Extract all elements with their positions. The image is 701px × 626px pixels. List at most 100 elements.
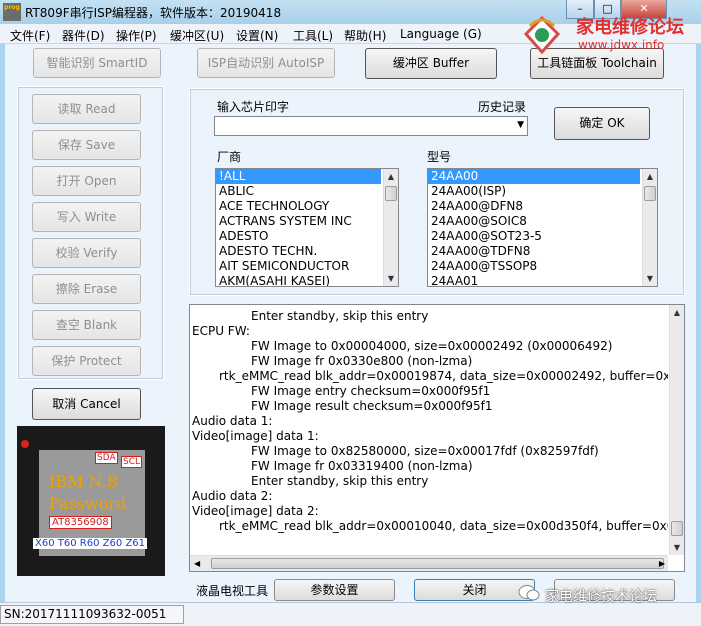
chip-part-label: AT8356908	[49, 516, 112, 529]
open-button[interactable]: 打开 Open	[32, 166, 141, 196]
menu-operation[interactable]: 操作(P)	[116, 27, 157, 44]
close-button[interactable]: 关闭	[414, 579, 535, 601]
pin1-dot	[21, 440, 29, 448]
model-scrollbar[interactable]: ▲ ▼	[642, 169, 657, 286]
scroll-thumb[interactable]	[385, 186, 397, 201]
menu-buffer[interactable]: 缓冲区(U)	[170, 27, 224, 44]
log-line: Video[image] data 2:	[192, 504, 319, 518]
list-item[interactable]: AKM(ASAHI KASEI)	[216, 274, 398, 286]
menu-device[interactable]: 器件(D)	[62, 27, 105, 44]
scroll-left-icon[interactable]: ◀	[194, 556, 200, 571]
history-label: 历史记录	[478, 100, 527, 114]
chip-photo: SDA SCL IBM N.B Password AT8356908 X60 T…	[17, 426, 165, 576]
vendor-label: 厂商	[217, 150, 242, 164]
watermark-title: 家电维修论坛	[576, 17, 684, 38]
log-line: rtk_eMMC_read blk_addr=0x00010040, data_…	[219, 519, 668, 533]
chip-marking-1: IBM N.B	[49, 472, 119, 491]
blank-check-button[interactable]: 查空 Blank	[32, 310, 141, 340]
verify-button[interactable]: 校验 Verify	[32, 238, 141, 268]
log-vertical-scrollbar[interactable]: ▲ ▼	[669, 305, 684, 555]
params-button[interactable]: 参数设置	[274, 579, 395, 601]
menu-language[interactable]: Language (G)	[400, 27, 482, 41]
ok-button[interactable]: 确定 OK	[554, 107, 650, 140]
save-button[interactable]: 保存 Save	[32, 130, 141, 160]
scroll-down-icon[interactable]: ▼	[643, 271, 657, 286]
list-item[interactable]: 24AA00	[428, 169, 640, 184]
list-item[interactable]: !ALL	[216, 169, 381, 184]
cancel-button[interactable]: 取消 Cancel	[32, 388, 141, 420]
scroll-thumb[interactable]	[211, 558, 664, 569]
tv-tools-label: 液晶电视工具	[196, 584, 269, 598]
scl-label: SCL	[121, 456, 143, 468]
menu-help[interactable]: 帮助(H)	[344, 27, 386, 44]
scroll-up-icon[interactable]: ▲	[643, 169, 657, 184]
menu-settings[interactable]: 设置(N)	[236, 27, 278, 44]
erase-button[interactable]: 擦除 Erase	[32, 274, 141, 304]
autoisp-button[interactable]: ISP自动识别 AutoISP	[197, 48, 335, 78]
scroll-down-icon[interactable]: ▼	[670, 540, 684, 555]
menu-file[interactable]: 文件(F)	[10, 27, 50, 44]
dropdown-arrow-icon[interactable]: ▼	[517, 120, 524, 130]
list-item[interactable]: 24AA00@SOT23-5	[428, 229, 657, 244]
serial-number: SN:20171111093632-0051	[0, 605, 184, 624]
model-list[interactable]: 24AA00 24AA00(ISP) 24AA00@DFN8 24AA00@SO…	[427, 168, 658, 287]
protect-button[interactable]: 保护 Protect	[32, 346, 141, 376]
smartid-button[interactable]: 智能识别 SmartID	[33, 48, 161, 78]
write-button[interactable]: 写入 Write	[32, 202, 141, 232]
sda-label: SDA	[95, 452, 118, 464]
list-item[interactable]: ADESTO TECHN.	[216, 244, 398, 259]
log-line: FW Image fr 0x0330e800 (non-lzma)	[251, 354, 473, 368]
log-line: Video[image] data 1:	[192, 429, 319, 443]
log-output[interactable]: Enter standby, skip this entry ECPU FW: …	[189, 304, 685, 572]
list-item[interactable]: 24AA00(ISP)	[428, 184, 657, 199]
log-line: ECPU FW:	[192, 324, 250, 338]
chip-search-combobox[interactable]: ▼	[214, 116, 528, 136]
list-item[interactable]: AIT SEMICONDUCTOR	[216, 259, 398, 274]
read-button[interactable]: 读取 Read	[32, 94, 141, 124]
pin-label: R60	[79, 538, 100, 549]
list-item[interactable]: 24AA00@DFN8	[428, 199, 657, 214]
log-line: FW Image to 0x00004000, size=0x00002492 …	[251, 339, 613, 353]
list-item[interactable]: 24AA01	[428, 274, 657, 286]
pin-label: Z61	[125, 538, 146, 549]
buffer-button[interactable]: 缓冲区 Buffer	[365, 48, 497, 79]
list-item[interactable]: ADESTO	[216, 229, 398, 244]
pin-label: T60	[57, 538, 77, 549]
log-line: Audio data 1:	[192, 414, 273, 428]
list-item[interactable]: ACTRANS SYSTEM INC	[216, 214, 398, 229]
scroll-up-icon[interactable]: ▲	[384, 169, 398, 184]
pin-label: X60	[35, 538, 55, 549]
vendor-list[interactable]: !ALL ABLIC ACE TECHNOLOGY ACTRANS SYSTEM…	[215, 168, 399, 287]
model-label: 型号	[427, 150, 452, 164]
chip-pin-labels: X60 T60 R60 Z60 Z61	[33, 538, 148, 549]
log-line: FW Image fr 0x03319400 (non-lzma)	[251, 459, 473, 473]
forum-logo-icon	[522, 14, 562, 56]
watermark-url: www.jdwx.info	[578, 38, 665, 52]
list-item[interactable]: 24AA00@TDFN8	[428, 244, 657, 259]
chip-marking-2: Password	[49, 494, 127, 513]
wechat-icon	[518, 584, 540, 602]
scroll-down-icon[interactable]: ▼	[384, 271, 398, 286]
list-item[interactable]: 24AA00@TSSOP8	[428, 259, 657, 274]
window-title: RT809F串行ISP编程器，软件版本：20190418	[25, 6, 282, 20]
list-item[interactable]: ABLIC	[216, 184, 398, 199]
scroll-thumb[interactable]	[644, 186, 656, 201]
menu-tools[interactable]: 工具(L)	[293, 27, 333, 44]
scroll-thumb[interactable]	[671, 521, 683, 536]
pin-label: Z60	[102, 538, 123, 549]
scroll-right-icon[interactable]: ▶	[659, 556, 665, 571]
log-line: FW Image entry checksum=0x000f95f1	[251, 384, 491, 398]
log-line: rtk_eMMC_read blk_addr=0x00019874, data_…	[219, 369, 668, 383]
log-horizontal-scrollbar[interactable]: ◀ ▶	[190, 555, 668, 571]
log-line: Audio data 2:	[192, 489, 273, 503]
app-icon: prog	[3, 3, 21, 21]
log-text-area: Enter standby, skip this entry ECPU FW: …	[190, 309, 668, 555]
vendor-scrollbar[interactable]: ▲ ▼	[383, 169, 398, 286]
list-item[interactable]: ACE TECHNOLOGY	[216, 199, 398, 214]
wechat-watermark: 家电维修技术论坛	[545, 589, 657, 605]
list-item[interactable]: 24AA00@SOIC8	[428, 214, 657, 229]
chip-input-label: 输入芯片印字	[217, 100, 290, 114]
log-line: Enter standby, skip this entry	[251, 309, 429, 323]
scroll-up-icon[interactable]: ▲	[670, 305, 684, 320]
log-line: Enter standby, skip this entry	[251, 474, 429, 488]
